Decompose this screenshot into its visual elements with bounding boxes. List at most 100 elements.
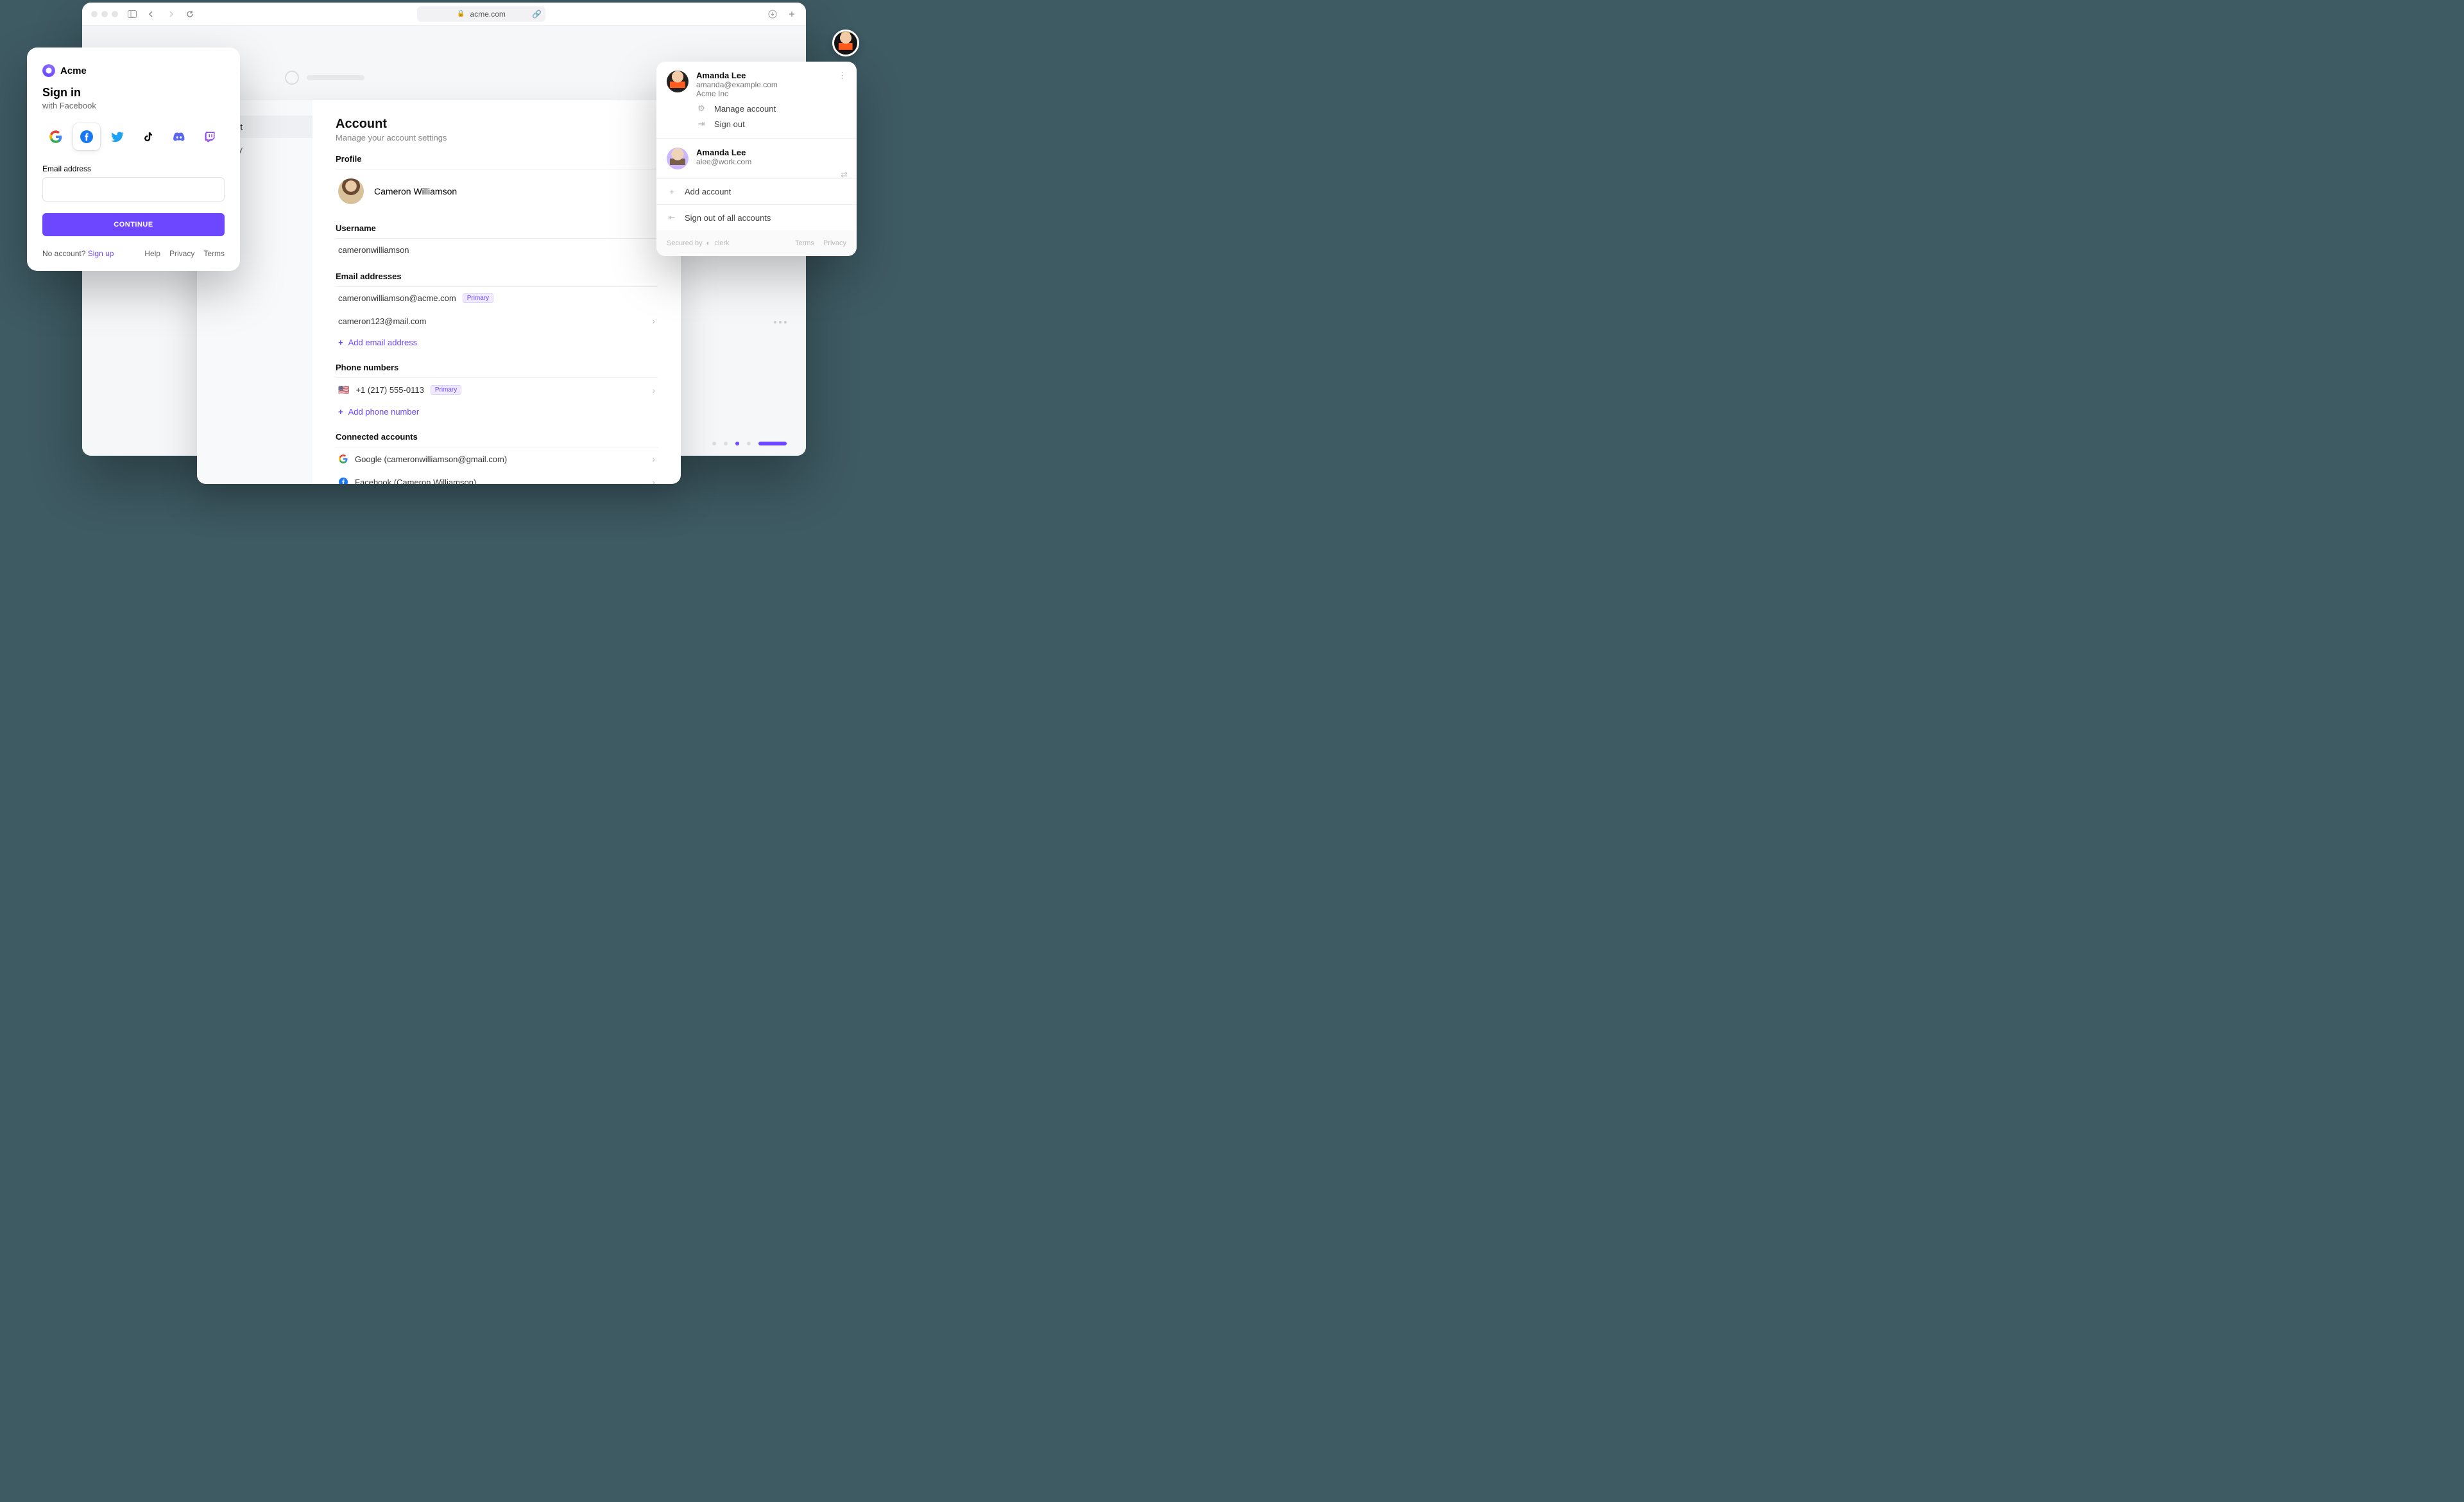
google-icon [338, 454, 348, 464]
account-switcher-popover: Amanda Lee amanda@example.com Acme Inc ⋮… [656, 62, 857, 256]
section-phones: Phone numbers [336, 363, 658, 378]
connected-label: Google (cameronwilliamson@gmail.com) [355, 454, 507, 464]
provider-twitter[interactable] [104, 123, 131, 150]
terms-link[interactable]: Terms [203, 249, 225, 258]
gear-icon: ⚙ [696, 103, 706, 114]
switch-account-icon[interactable]: ⇄ [841, 169, 848, 180]
signout-label: Sign out [714, 119, 745, 129]
add-account-button[interactable]: + Add account [656, 179, 857, 205]
social-providers [42, 123, 225, 150]
signout-all-icon: ⇤ [667, 212, 677, 223]
browser-toolbar: 🔒 acme.com 🔗 [82, 3, 806, 26]
plus-icon: + [338, 338, 343, 347]
account-name: Amanda Lee [696, 71, 778, 80]
phone-row-primary[interactable]: 🇺🇸 +1 (217) 555-0113 Primary › [336, 378, 658, 402]
provider-facebook[interactable] [73, 123, 100, 150]
account-menu-icon[interactable]: ⋮ [838, 71, 846, 81]
forward-icon[interactable] [166, 9, 176, 19]
address-bar[interactable]: 🔒 acme.com 🔗 [417, 6, 545, 22]
manage-account-button[interactable]: ⚙ Manage account [667, 98, 846, 114]
window-controls[interactable] [91, 11, 118, 17]
account-email: alee@work.com [696, 157, 751, 166]
email-value: cameron123@mail.com [338, 316, 426, 326]
phone-value: +1 (217) 555-0113 [355, 385, 424, 395]
account-org: Acme Inc [696, 89, 778, 98]
primary-badge: Primary [463, 293, 493, 303]
signin-subtitle: with Facebook [42, 101, 225, 110]
connected-label: Facebook (Cameron Williamson) [355, 478, 476, 485]
downloads-icon[interactable] [767, 9, 778, 19]
provider-twitch[interactable] [196, 123, 223, 150]
settings-content: Account Manage your account settings Pro… [312, 100, 681, 484]
carousel-pager[interactable] [712, 442, 787, 445]
email-row[interactable]: cameron123@mail.com › [336, 309, 658, 332]
profile-avatar [338, 178, 364, 204]
flag-us-icon: 🇺🇸 [338, 384, 349, 395]
provider-google[interactable] [42, 123, 69, 150]
signout-all-button[interactable]: ⇤ Sign out of all accounts [656, 205, 857, 230]
manage-account-label: Manage account [714, 104, 776, 114]
email-value: cameronwilliamson@acme.com [338, 293, 456, 303]
account-email: amanda@example.com [696, 80, 778, 89]
brand-name: Acme [60, 65, 87, 76]
signin-title: Sign in [42, 86, 225, 99]
page-title: Account [336, 117, 658, 132]
add-email-label: Add email address [348, 338, 418, 347]
provider-discord[interactable] [166, 123, 193, 150]
facebook-icon [338, 477, 348, 484]
section-emails: Email addresses [336, 272, 658, 287]
signout-icon: ⇥ [696, 119, 706, 129]
add-phone-button[interactable]: + Add phone number [336, 402, 658, 422]
connected-row-facebook[interactable]: Facebook (Cameron Williamson) › [336, 470, 658, 484]
privacy-link[interactable]: Privacy [823, 239, 846, 247]
sidebar-toggle-icon[interactable] [127, 9, 137, 19]
connected-row-google[interactable]: Google (cameronwilliamson@gmail.com) › [336, 447, 658, 470]
terms-link[interactable]: Terms [795, 239, 814, 247]
signout-all-label: Sign out of all accounts [685, 213, 771, 223]
chevron-right-icon: › [652, 454, 655, 464]
brand-logo-icon [42, 64, 55, 77]
globe-icon [285, 71, 299, 85]
email-row-primary[interactable]: cameronwilliamson@acme.com Primary [336, 287, 658, 309]
profile-row[interactable]: Cameron Williamson [336, 169, 658, 213]
share-link-icon[interactable]: 🔗 [532, 10, 542, 19]
privacy-link[interactable]: Privacy [169, 249, 194, 258]
back-icon[interactable] [146, 9, 157, 19]
lock-icon: 🔒 [457, 10, 465, 17]
account-avatar [667, 148, 689, 169]
signup-link[interactable]: Sign up [88, 249, 114, 258]
email-input[interactable] [42, 177, 225, 202]
brand: Acme [42, 64, 225, 77]
add-account-label: Add account [685, 187, 731, 196]
reload-icon[interactable] [185, 9, 195, 19]
username-value: cameronwilliamson [338, 245, 409, 255]
section-profile: Profile [336, 154, 658, 169]
account-settings-panel: Account Security Account Manage your acc… [197, 100, 681, 484]
current-user-avatar[interactable] [832, 30, 859, 56]
switcher-footer: Secured by ◐ clerk Terms Privacy [656, 230, 857, 256]
clerk-label: clerk [714, 239, 729, 247]
card-overflow-icon[interactable] [774, 321, 787, 324]
provider-tiktok[interactable] [135, 123, 162, 150]
section-connected: Connected accounts [336, 432, 658, 447]
add-phone-label: Add phone number [348, 407, 420, 417]
help-link[interactable]: Help [144, 249, 160, 258]
signout-button[interactable]: ⇥ Sign out [667, 114, 846, 129]
account-avatar [667, 71, 689, 92]
new-tab-icon[interactable] [787, 9, 797, 19]
plus-icon: + [338, 407, 343, 417]
username-row[interactable]: cameronwilliamson [336, 239, 658, 261]
profile-name: Cameron Williamson [374, 186, 457, 196]
placeholder-header [285, 71, 364, 85]
primary-badge: Primary [431, 385, 461, 395]
plus-icon: + [667, 187, 677, 196]
signup-prompt: No account? Sign up [42, 249, 114, 258]
page-subtitle: Manage your account settings [336, 133, 658, 142]
url-host: acme.com [470, 10, 506, 19]
continue-button[interactable]: CONTINUE [42, 213, 225, 236]
chevron-right-icon: › [652, 385, 655, 395]
secured-by-label: Secured by [667, 239, 703, 247]
section-username: Username [336, 223, 658, 239]
add-email-button[interactable]: + Add email address [336, 332, 658, 352]
clerk-logo-icon: ◐ [706, 239, 711, 247]
